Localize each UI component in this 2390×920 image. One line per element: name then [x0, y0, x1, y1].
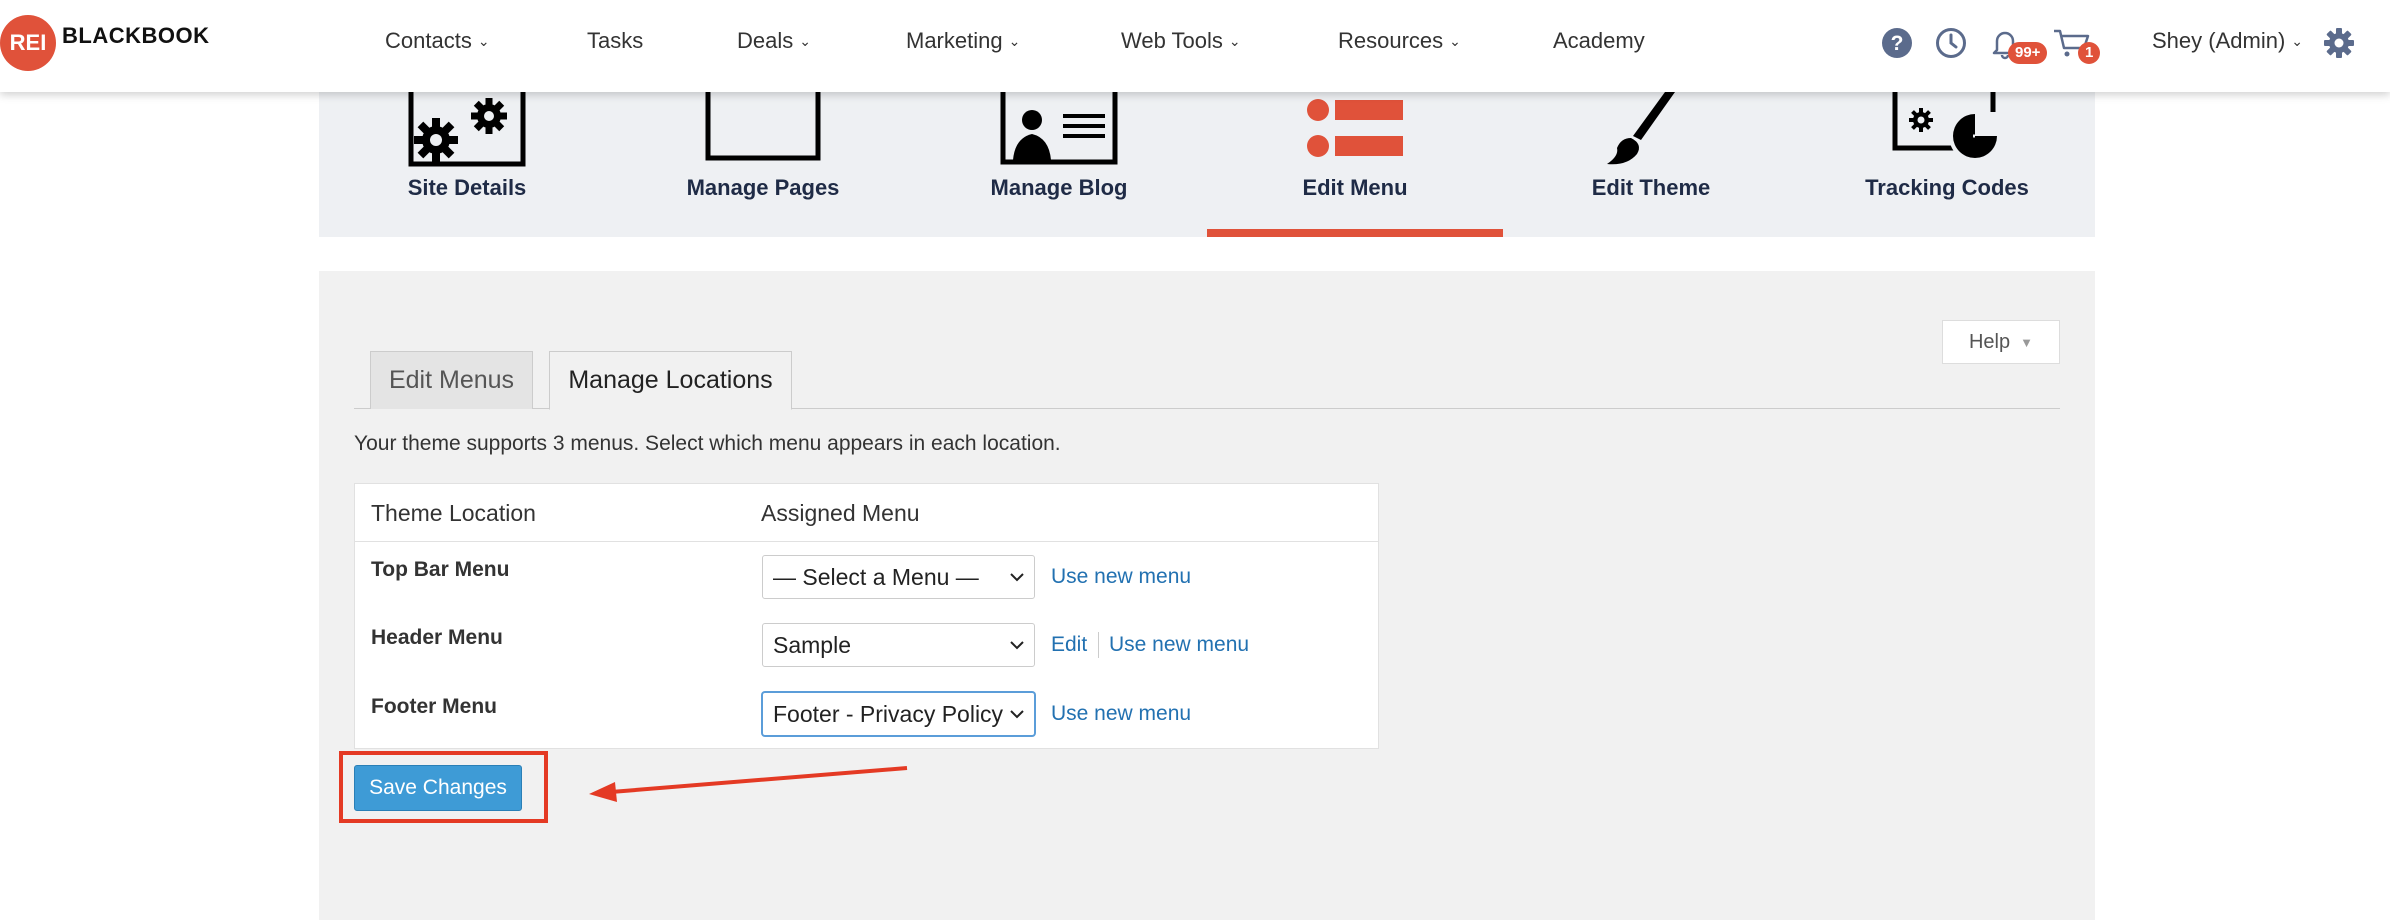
chevron-down-icon — [1010, 710, 1024, 719]
tile-label: Edit Theme — [1591, 175, 1711, 200]
nav-contacts[interactable]: Contacts ⌄ — [385, 28, 490, 54]
nav-resources[interactable]: Resources ⌄ — [1338, 28, 1461, 54]
location-label-top-bar: Top Bar Menu — [371, 558, 510, 581]
chevron-down-icon: ⌄ — [1008, 33, 1021, 49]
logo[interactable]: REI BLACKBOOK — [0, 15, 210, 71]
cart-badge: 1 — [2078, 42, 2101, 64]
nav-deals[interactable]: Deals ⌄ — [737, 28, 811, 54]
user-name: Shey (Admin) — [2152, 28, 2286, 53]
link-separator — [1098, 632, 1099, 658]
nav-label: Contacts — [385, 28, 472, 53]
location-label-footer: Footer Menu — [371, 695, 497, 718]
annotation-highlight-box — [339, 751, 548, 823]
edit-menu-link[interactable]: Edit — [1051, 633, 1087, 657]
nav-label: Resources — [1338, 28, 1444, 53]
menu-locations-table: Theme Location Assigned Menu Top Bar Men… — [354, 483, 1379, 749]
site-details-icon — [408, 92, 526, 167]
location-label-header: Header Menu — [371, 626, 503, 649]
nav-label: Tasks — [587, 28, 644, 53]
active-tile-indicator — [1207, 229, 1503, 237]
nav-marketing[interactable]: Marketing ⌄ — [906, 28, 1020, 54]
blog-icon — [1000, 92, 1118, 165]
annotation-arrow — [589, 766, 908, 802]
chevron-down-icon: ⌄ — [799, 33, 811, 49]
locations-description: Your theme supports 3 menus. Select whic… — [354, 432, 1061, 455]
select-value: Sample — [773, 631, 851, 658]
tile-tracking-codes[interactable]: Tracking Codes — [1799, 92, 2095, 237]
tile-label: Manage Blog — [990, 175, 1128, 200]
nav-web-tools[interactable]: Web Tools ⌄ — [1121, 28, 1241, 54]
chevron-down-icon: ⌄ — [2291, 33, 2304, 49]
triangle-down-icon: ▼ — [2020, 334, 2033, 350]
svg-text:?: ? — [1891, 32, 1904, 55]
nav-label: Web Tools — [1121, 28, 1223, 53]
tab-edit-menus[interactable]: Edit Menus — [370, 351, 533, 409]
tile-label: Site Details — [407, 175, 527, 200]
chevron-down-icon — [1010, 573, 1024, 582]
notifications-badge: 99+ — [2008, 42, 2048, 64]
help-icon[interactable]: ? — [1880, 26, 1914, 60]
tile-label: Manage Pages — [686, 175, 840, 200]
chevron-down-icon — [1010, 641, 1024, 650]
logo-name: BLACKBOOK — [62, 23, 210, 48]
select-value: Footer - Privacy Policy — [773, 700, 1004, 727]
chevron-down-icon: ⌄ — [477, 33, 490, 49]
chevron-down-icon: ⌄ — [1228, 33, 1241, 49]
use-new-menu-link[interactable]: Use new menu — [1051, 565, 1191, 589]
header-divider — [355, 541, 1378, 542]
select-value: — Select a Menu — — [773, 563, 979, 590]
menu-icon — [1307, 99, 1403, 157]
nav-label: Deals — [737, 28, 794, 53]
top-navigation-bar: REI BLACKBOOK Contacts ⌄ Tasks Deals ⌄ Mar… — [0, 0, 2390, 92]
menus-panel: Help ▼ Edit Menus Manage Locations Your … — [319, 271, 2095, 920]
use-new-menu-link[interactable]: Use new menu — [1051, 702, 1191, 726]
column-header-theme-location: Theme Location — [371, 500, 536, 526]
help-button[interactable]: Help ▼ — [1942, 320, 2060, 364]
tab-manage-locations[interactable]: Manage Locations — [549, 351, 792, 410]
tile-manage-pages[interactable]: Manage Pages — [615, 92, 911, 237]
pages-icon — [705, 92, 821, 161]
tile-manage-blog[interactable]: Manage Blog — [911, 92, 1207, 237]
use-new-menu-link[interactable]: Use new menu — [1109, 633, 1249, 657]
top-bar-menu-select[interactable]: — Select a Menu — — [762, 555, 1035, 599]
nav-tasks[interactable]: Tasks — [587, 28, 643, 54]
user-menu[interactable]: Shey (Admin) ⌄ — [2152, 28, 2303, 54]
tile-site-details[interactable]: Site Details — [319, 92, 615, 237]
chevron-down-icon: ⌄ — [1449, 33, 1461, 49]
header-menu-select[interactable]: Sample — [762, 623, 1035, 667]
brush-icon — [1607, 92, 1675, 165]
nav-academy[interactable]: Academy — [1553, 28, 1645, 54]
gear-icon[interactable] — [2322, 26, 2356, 60]
tile-label: Edit Menu — [1302, 175, 1408, 200]
tile-label: Tracking Codes — [1865, 175, 2029, 200]
site-tools-strip: Site Details Manage Pages Manage Blog Ed… — [319, 92, 2095, 237]
nav-label: Academy — [1553, 28, 1645, 53]
tracking-icon — [1892, 92, 2001, 162]
tile-edit-theme[interactable]: Edit Theme — [1503, 92, 1799, 237]
footer-menu-select[interactable]: Footer - Privacy Policy — [762, 692, 1035, 736]
tile-edit-menu[interactable]: Edit Menu — [1207, 92, 1503, 237]
clock-icon[interactable] — [1934, 26, 1968, 60]
column-header-assigned-menu: Assigned Menu — [761, 500, 920, 526]
logo-mark: REI — [0, 15, 56, 71]
help-label: Help — [1968, 330, 2011, 353]
nav-label: Marketing — [906, 28, 1003, 53]
